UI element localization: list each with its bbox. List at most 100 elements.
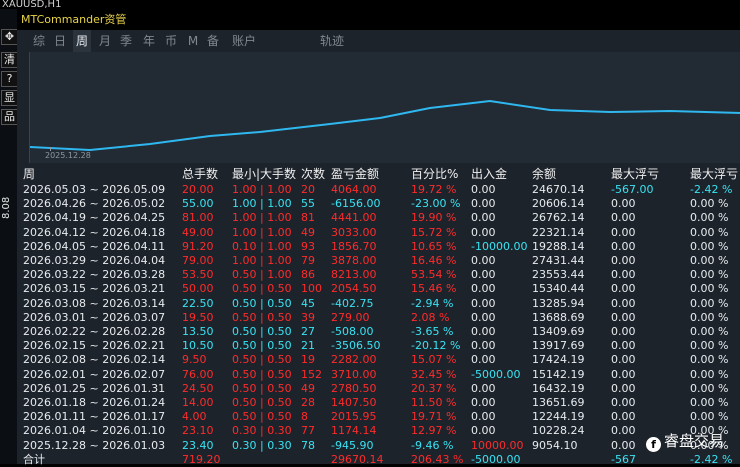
chart-title: XAUUSD,H1 [0, 0, 740, 9]
row-count: 78 [301, 438, 315, 452]
row-date: 2026.02.01 ~ 2026.02.07 [23, 367, 166, 381]
row-date: 2026.04.19 ~ 2026.04.25 [23, 211, 166, 225]
row-min-max: 0.10 | 1.00 [232, 239, 292, 253]
watermark-text: 睿盘交易 [664, 432, 725, 450]
row-in-out: 0.00 [471, 296, 496, 310]
row-min-max: 0.30 | 0.30 [232, 424, 292, 438]
row-lots: 22.50 [182, 296, 214, 310]
row-max-loss: 0.00 [611, 197, 636, 211]
tab-year[interactable]: 年 [141, 30, 157, 52]
row-max-loss-pct: 0.00 % [690, 239, 729, 253]
tab-quarter[interactable]: 季 [118, 30, 134, 52]
row-min-max: 0.50 | 0.50 [232, 282, 292, 296]
row-min-max: 0.50 | 0.50 [232, 296, 292, 310]
row-count: 28 [301, 396, 315, 409]
header-max-loss: 最大浮亏 [611, 167, 660, 181]
row-max-loss-pct: 0.00 % [690, 381, 729, 395]
row-percent: -2.94 % [411, 296, 454, 310]
row-percent: -20.12 % [411, 339, 461, 353]
row-count: 49 [301, 225, 315, 239]
row-in-out: 0.00 [471, 410, 496, 424]
row-lots: 23.40 [182, 438, 214, 452]
window-title: MTCommander资管 [17, 9, 740, 30]
table-row: 2026.01.18 ~ 2026.01.24 14.00 0.50 | 0.50 2… [17, 395, 740, 410]
row-balance: 16432.19 [532, 381, 585, 395]
row-in-out: -5000.00 [471, 367, 521, 381]
row-pnl: 1407.50 [331, 396, 377, 409]
total-max-loss: -567 [611, 452, 636, 466]
total-percent: 206.43 % [411, 452, 464, 466]
row-min-max: 0.50 | 0.50 [232, 353, 292, 367]
row-max-loss: 0.00 [611, 211, 636, 225]
row-in-out: 0.00 [471, 254, 496, 267]
row-balance: 12244.19 [532, 410, 585, 424]
row-count: 81 [301, 211, 315, 225]
row-count: 39 [301, 310, 315, 324]
row-max-loss-pct: 0.00 % [690, 282, 729, 296]
tab-m[interactable]: M [185, 30, 201, 52]
tab-month[interactable]: 月 [97, 30, 113, 52]
row-max-loss: 0.00 [611, 225, 636, 239]
row-max-loss: 0.00 [611, 254, 636, 267]
tab-day[interactable]: 日 [52, 30, 68, 52]
row-date: 2026.02.22 ~ 2026.02.28 [23, 325, 166, 338]
row-count: 8 [301, 410, 308, 424]
row-count: 19 [301, 353, 315, 367]
tab-summary[interactable]: 综 [31, 30, 47, 52]
row-percent: 12.97 % [411, 424, 457, 438]
header-percent: 百分比% [411, 167, 459, 181]
table-row: 2026.04.19 ~ 2026.04.25 81.00 1.00 | 1.00 8… [17, 210, 740, 225]
row-count: 20 [301, 183, 315, 196]
row-percent: 11.50 % [411, 396, 457, 409]
row-max-loss: 0.00 [611, 353, 636, 367]
row-lots: 9.50 [182, 353, 207, 367]
row-percent: 15.07 % [411, 353, 457, 367]
header-min-max-lots: 最小|大手数 [232, 167, 297, 181]
tab-trace[interactable]: 轨迹 [317, 30, 347, 52]
header-pnl: 盈亏金额 [331, 167, 380, 181]
equity-chart: 2025.12.28 [29, 52, 740, 163]
row-max-loss: 0.00 [611, 339, 636, 353]
row-balance: 13688.69 [532, 310, 585, 324]
row-lots: 49.00 [182, 225, 214, 239]
row-count: 21 [301, 339, 315, 353]
table-row: 2026.03.01 ~ 2026.03.07 19.50 0.50 | 0.50 3… [17, 310, 740, 325]
row-count: 27 [301, 325, 315, 338]
row-lots: 50.00 [182, 282, 214, 296]
table-row: 2026.02.08 ~ 2026.02.14 9.50 0.50 | 0.50 19… [17, 352, 740, 367]
move-icon[interactable]: ✥ [1, 29, 18, 45]
row-pnl: 279.00 [331, 310, 370, 324]
row-pnl: 4064.00 [331, 183, 377, 196]
clear-button[interactable]: 清 [1, 52, 18, 68]
table-row: 2026.03.08 ~ 2026.03.14 22.50 0.50 | 0.50 4… [17, 296, 740, 311]
display-button[interactable]: 显 [1, 90, 18, 106]
row-date: 2026.03.22 ~ 2026.03.28 [23, 268, 166, 282]
chart-date-label: 2025.12.28 [45, 151, 91, 160]
tab-currency[interactable]: 币 [163, 30, 179, 52]
row-max-loss: 0.00 [611, 282, 636, 296]
header-week: 周 [23, 167, 36, 181]
tab-account[interactable]: 账户 [229, 30, 259, 52]
price-label: 8.08 [1, 196, 12, 219]
row-count: 45 [301, 296, 315, 310]
row-max-loss: 0.00 [611, 310, 636, 324]
equity-line [29, 99, 740, 152]
tab-backup[interactable]: 备 [205, 30, 221, 52]
row-lots: 13.50 [182, 325, 214, 338]
help-button[interactable]: ? [1, 71, 18, 87]
row-count: 79 [301, 254, 315, 267]
brand-icon: f [646, 437, 661, 452]
row-in-out: 0.00 [471, 268, 496, 282]
mtcommander-window: MTCommander资管 综 日 周 月 季 年 币 M 备 账户 轨迹 20… [17, 9, 740, 466]
table-row: 2026.03.29 ~ 2026.04.04 79.00 1.00 | 1.00 7… [17, 253, 740, 268]
row-percent: 19.90 % [411, 211, 457, 225]
row-pnl: -945.90 [331, 438, 374, 452]
row-lots: 24.50 [182, 381, 214, 395]
tab-week[interactable]: 周 [73, 30, 91, 52]
row-date: 2026.02.15 ~ 2026.02.21 [23, 339, 166, 353]
row-balance: 20606.14 [532, 197, 585, 211]
row-max-loss-pct: 0.00 % [690, 325, 729, 338]
total-pnl: 29670.14 [331, 452, 384, 466]
row-count: 77 [301, 424, 315, 438]
product-button[interactable]: 品 [1, 109, 18, 125]
